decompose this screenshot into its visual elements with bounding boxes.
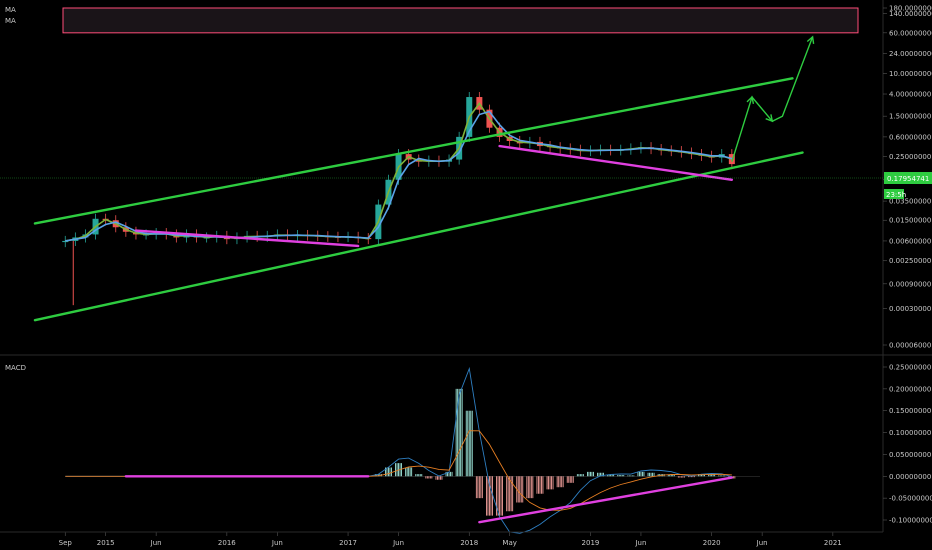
macd-tick-label: -0.10000000 [889,517,932,525]
price-tick-label: 0.01500000 [889,217,931,225]
price-tick-label: 60.00000000 [889,29,932,37]
price-tick-label: 1.50000000 [889,113,931,121]
time-tick-label: Jun [756,539,768,547]
time-tick-label: 2015 [97,539,115,547]
legend-ma-2[interactable]: MA [5,17,16,25]
price-tick-label: 4.00000000 [889,91,931,99]
last-price-label: 0.17954741 [887,175,929,183]
price-tick-label: 140.00000000 [889,10,932,18]
price-tick-label: 0.00030000 [889,305,931,313]
macd-tick-label: 0.10000000 [889,429,931,437]
price-tick-label: 24.00000000 [889,50,932,58]
macd-tick-label: 0.15000000 [889,407,931,415]
time-tick-label: Jun [634,539,646,547]
time-tick-label: Jun [150,539,162,547]
macd-tick-label: -0.05000000 [889,495,932,503]
macd-tick-label: 0.20000000 [889,385,931,393]
time-tick-label: Sep [59,539,73,547]
time-tick-label: 2019 [582,539,600,547]
time-tick-label: 2021 [824,539,842,547]
price-tick-label: 0.00250000 [889,257,931,265]
time-tick-label: 2017 [339,539,357,547]
price-tick-label: 10.00000000 [889,70,932,78]
price-chart[interactable]: 180.00000000140.0000000060.0000000024.00… [0,0,932,550]
countdown-label: 23:5h [886,191,906,199]
time-tick-label: 2020 [703,539,721,547]
macd-tick-label: 0.00000000 [889,473,931,481]
target-zone [62,7,859,34]
legend-ma-1[interactable]: MA [5,6,16,14]
price-tick-label: 0.00090000 [889,280,931,288]
price-tick-label: 0.00006000 [889,342,931,350]
time-tick-label: 2016 [218,539,236,547]
legend-macd[interactable]: MACD [5,364,26,372]
macd-tick-label: 0.25000000 [889,364,931,372]
macd-tick-label: 0.05000000 [889,451,931,459]
price-tick-label: 0.60000000 [889,133,931,141]
time-tick-label: Jun [392,539,404,547]
time-tick-label: Jun [271,539,283,547]
time-tick-label: 2018 [460,539,478,547]
price-tick-label: 0.00600000 [889,237,931,245]
annotations-back [62,7,859,34]
price-tick-label: 0.25000000 [889,153,931,161]
time-tick-label: May [502,539,516,547]
